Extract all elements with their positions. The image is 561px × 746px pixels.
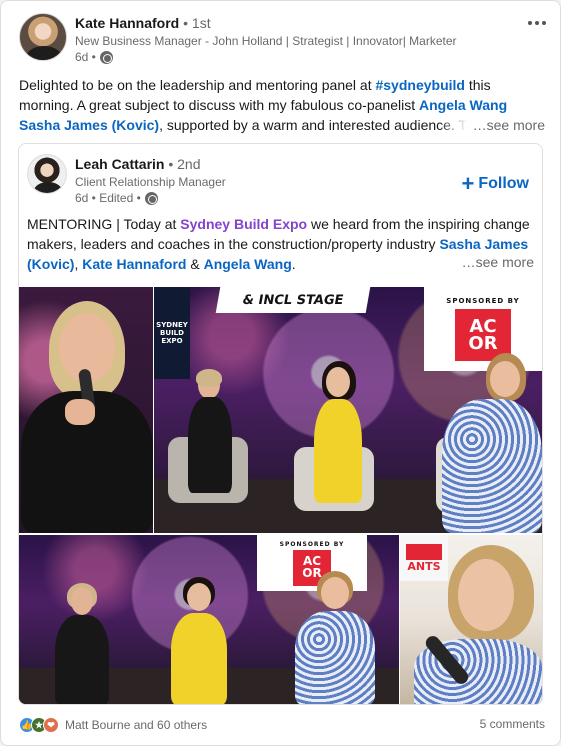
yellow-dress	[171, 613, 227, 704]
event-mention-link[interactable]: Sydney Build Expo	[180, 216, 307, 232]
hand	[65, 399, 95, 425]
acor-label: AC OR	[468, 315, 498, 354]
blue-floral-dress	[295, 611, 375, 704]
author-name[interactable]: Kate Hannaford	[75, 15, 179, 31]
photo-speaker-closeup-right[interactable]: ANTS	[400, 535, 542, 704]
reactions-summary[interactable]: 👍 ★ ❤ Matt Bourne and 60 others	[19, 717, 207, 733]
shared-author-name[interactable]: Leah Cattarin	[75, 156, 164, 172]
shared-text-end: .	[291, 256, 296, 272]
photo-collage[interactable]: & INCL STAGE SYDNEY BUILD EXPO SPONSORED…	[19, 287, 542, 704]
stage-label: & INCL STAGE	[241, 292, 345, 308]
mention-link[interactable]: Angela Wang	[204, 256, 292, 272]
mention-link[interactable]: Sasha James (Kovic)	[19, 117, 159, 133]
photo-panel-three[interactable]: & INCL STAGE SYDNEY BUILD EXPO SPONSORED…	[154, 287, 542, 533]
see-more-button[interactable]: …see more	[438, 115, 545, 135]
sponsored-label: SPONSORED BY	[446, 297, 520, 305]
panelist-middle	[159, 577, 239, 704]
love-reaction-icon: ❤	[43, 717, 59, 733]
yellow-dress	[314, 399, 362, 503]
see-more-button[interactable]: …see more	[455, 254, 534, 270]
hashtag-link[interactable]: #sydneybuild	[375, 77, 464, 93]
face	[71, 587, 93, 615]
blue-floral-dress	[442, 399, 542, 533]
shared-text-part: MENTORING | Today at	[27, 216, 181, 232]
post-header: Kate Hannaford • 1st New Business Manage…	[19, 13, 549, 65]
photo-panel-wide[interactable]: SPONSORED BY AC OR	[19, 535, 399, 704]
shared-author-headline: Client Relationship Manager	[75, 175, 226, 189]
photo-speaker-closeup[interactable]	[19, 287, 153, 533]
face	[326, 367, 350, 397]
post-time: 6d •	[75, 50, 96, 64]
mention-link[interactable]: Angela Wang	[419, 97, 507, 113]
panelist-right	[287, 571, 383, 704]
sydney-build-logo: SYDNEY BUILD EXPO	[154, 287, 190, 379]
author-headline: New Business Manager - John Holland | St…	[75, 34, 457, 48]
post-text: Delighted to be on the leadership and me…	[19, 75, 545, 135]
panelist-left	[41, 583, 121, 704]
globe-icon	[99, 50, 113, 64]
black-dress	[55, 615, 109, 704]
connection-degree: • 2nd	[168, 156, 201, 172]
post-timestamp: 6d •	[75, 49, 457, 65]
sydney-label: SYDNEY BUILD EXPO	[156, 321, 188, 345]
author-block: Kate Hannaford • 1st New Business Manage…	[75, 13, 457, 65]
panelist-middle	[304, 361, 370, 523]
avatar-shoulders	[34, 182, 62, 193]
connection-degree: • 1st	[183, 15, 211, 31]
shared-post[interactable]: Leah Cattarin • 2nd Client Relationship …	[18, 143, 543, 705]
hair	[196, 369, 222, 387]
globe-icon	[144, 191, 158, 205]
follow-label: Follow	[478, 175, 529, 192]
panelist-right	[424, 353, 542, 533]
panelist-left	[174, 369, 244, 521]
follow-button[interactable]: + Follow	[455, 170, 535, 198]
face	[490, 361, 520, 397]
shared-author-avatar[interactable]	[27, 154, 67, 194]
sponsored-label: SPONSORED BY	[279, 540, 345, 548]
shared-post-header: Leah Cattarin • 2nd Client Relationship …	[27, 154, 535, 205]
comments-count[interactable]: 5 comments	[480, 717, 545, 731]
face	[321, 577, 349, 609]
feed-post-card: Kate Hannaford • 1st New Business Manage…	[0, 0, 561, 746]
separator: &	[186, 256, 204, 272]
face	[187, 583, 211, 611]
speaker-figure	[400, 535, 542, 704]
social-counts: 👍 ★ ❤ Matt Bourne and 60 others 5 commen…	[19, 715, 545, 737]
more-horizontal-icon	[535, 21, 539, 25]
speaker-figure	[19, 287, 153, 533]
mention-link[interactable]: Kate Hannaford	[82, 256, 186, 272]
more-horizontal-icon	[542, 21, 546, 25]
stage-banner: & INCL STAGE	[215, 287, 371, 313]
avatar-shoulders	[26, 46, 62, 60]
shared-author-block: Leah Cattarin • 2nd Client Relationship …	[75, 154, 226, 206]
face	[458, 559, 514, 631]
author-avatar[interactable]	[19, 13, 67, 61]
more-horizontal-icon	[528, 21, 532, 25]
reaction-count[interactable]: Matt Bourne and 60 others	[65, 718, 207, 732]
post-text-part: Delighted to be on the leadership and me…	[19, 77, 376, 93]
shared-post-time: 6d • Edited •	[75, 191, 141, 205]
more-options-button[interactable]	[525, 13, 549, 33]
black-dress	[188, 397, 232, 493]
shared-post-timestamp: 6d • Edited •	[75, 190, 226, 206]
plus-icon: +	[461, 171, 475, 196]
